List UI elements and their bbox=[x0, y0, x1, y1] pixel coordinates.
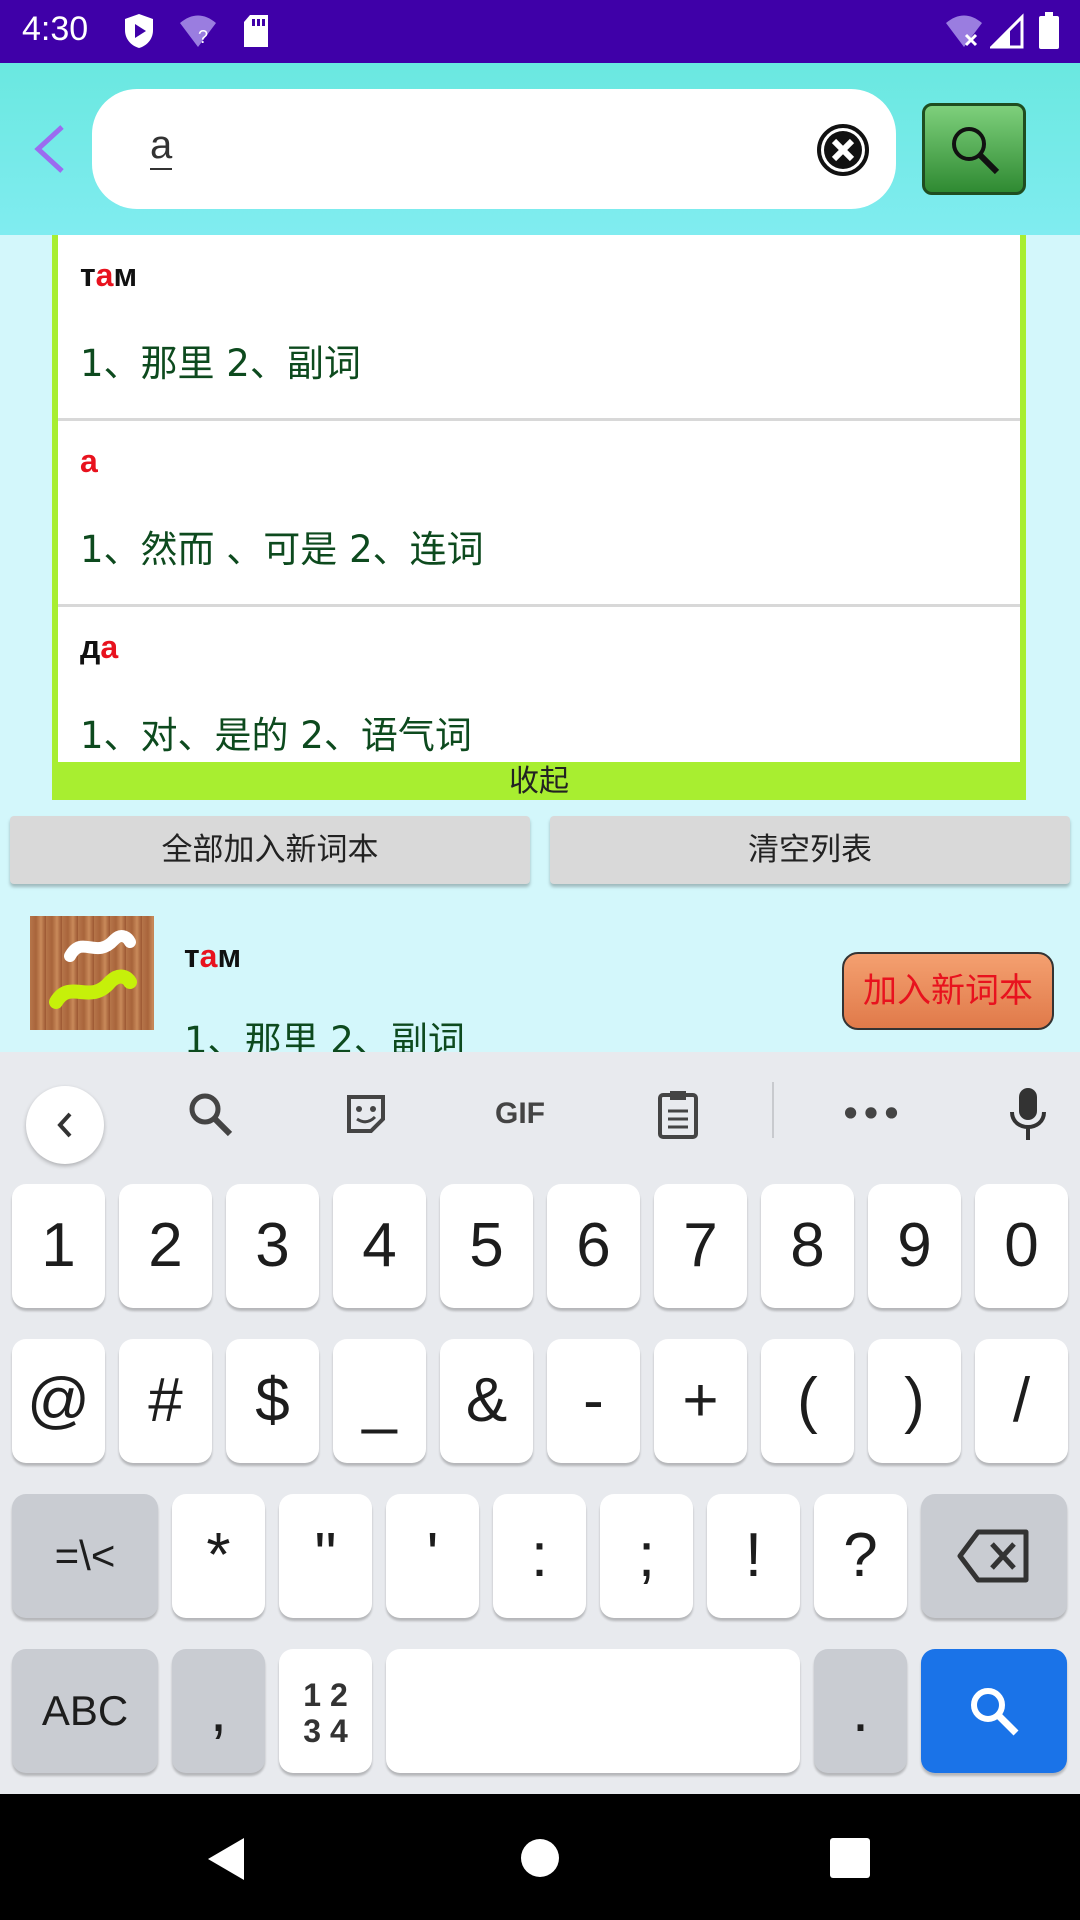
key-underscore[interactable]: _ bbox=[333, 1339, 426, 1463]
key-slash[interactable]: / bbox=[975, 1339, 1068, 1463]
key-hash[interactable]: # bbox=[119, 1339, 212, 1463]
search-input[interactable]: a bbox=[92, 89, 896, 209]
key-exclamation[interactable]: ! bbox=[707, 1494, 800, 1618]
key-double-quote[interactable]: " bbox=[279, 1494, 372, 1618]
key-3[interactable]: 3 bbox=[226, 1184, 319, 1308]
back-arrow-icon[interactable] bbox=[26, 119, 76, 179]
key-7[interactable]: 7 bbox=[654, 1184, 747, 1308]
key-minus[interactable]: - bbox=[547, 1339, 640, 1463]
nav-recents-icon[interactable] bbox=[830, 1838, 870, 1878]
key-5[interactable]: 5 bbox=[440, 1184, 533, 1308]
clipboard-icon bbox=[658, 1091, 698, 1139]
symbols-toggle-key[interactable]: =\< bbox=[12, 1494, 158, 1618]
wifi-question-icon: ? bbox=[180, 15, 216, 47]
key-8[interactable]: 8 bbox=[761, 1184, 854, 1308]
suggestion-item[interactable]: там 1、那里 2、副词 bbox=[58, 235, 1020, 421]
keyboard-collapse-button[interactable] bbox=[26, 1086, 104, 1164]
clear-list-button[interactable]: 清空列表 bbox=[550, 816, 1070, 884]
keyboard-search-button[interactable] bbox=[180, 1084, 240, 1144]
keyboard-gif-button[interactable]: GIF bbox=[480, 1084, 560, 1144]
search-icon bbox=[971, 1688, 1019, 1736]
key-open-paren[interactable]: ( bbox=[761, 1339, 854, 1463]
key-9[interactable]: 9 bbox=[868, 1184, 961, 1308]
magnifier-icon bbox=[952, 127, 1000, 175]
more-options-icon[interactable]: ••• bbox=[836, 1084, 906, 1144]
svg-text:?: ? bbox=[198, 27, 208, 47]
key-plus[interactable]: + bbox=[654, 1339, 747, 1463]
toolbar-divider bbox=[772, 1082, 774, 1138]
clear-search-icon[interactable] bbox=[816, 123, 870, 177]
suggestion-definition: 1、那里 2、副词 bbox=[80, 342, 361, 385]
key-4[interactable]: 4 bbox=[333, 1184, 426, 1308]
add-to-wordbook-button[interactable]: 加入新词本 bbox=[842, 952, 1054, 1030]
suggestion-definition: 1、然而 、可是 2、连词 bbox=[80, 528, 484, 571]
key-semicolon[interactable]: ; bbox=[600, 1494, 693, 1618]
microphone-icon bbox=[1010, 1088, 1046, 1140]
suggestion-item[interactable]: а 1、然而 、可是 2、连词 bbox=[58, 421, 1020, 607]
status-time: 4:30 bbox=[22, 10, 89, 48]
battery-icon bbox=[1039, 12, 1059, 49]
search-button[interactable] bbox=[922, 103, 1026, 195]
collapse-button[interactable]: 收起 bbox=[52, 762, 1026, 800]
key-2[interactable]: 2 bbox=[119, 1184, 212, 1308]
keyboard-clipboard-button[interactable] bbox=[648, 1084, 708, 1144]
sd-card-icon bbox=[244, 15, 268, 47]
search-submit-key[interactable] bbox=[921, 1649, 1067, 1773]
key-at[interactable]: @ bbox=[12, 1339, 105, 1463]
add-all-button[interactable]: 全部加入新词本 bbox=[10, 816, 530, 884]
abc-key[interactable]: ABC bbox=[12, 1649, 158, 1773]
suggestion-definition: 1、对、是的 2、语气词 bbox=[80, 714, 472, 757]
keyboard-voice-button[interactable] bbox=[1000, 1084, 1056, 1144]
suggestion-word: там bbox=[80, 257, 138, 293]
search-icon bbox=[189, 1093, 233, 1137]
key-close-paren[interactable]: ) bbox=[868, 1339, 961, 1463]
nav-back-icon[interactable] bbox=[204, 1836, 248, 1882]
numpad-toggle-key[interactable]: 1 2 3 4 bbox=[279, 1649, 372, 1773]
numpad-label-bottom: 3 4 bbox=[303, 1713, 348, 1749]
key-question[interactable]: ? bbox=[814, 1494, 907, 1618]
key-colon[interactable]: : bbox=[493, 1494, 586, 1618]
key-apostrophe[interactable]: ' bbox=[386, 1494, 479, 1618]
word-thumbnail bbox=[30, 916, 154, 1030]
numpad-label-top: 1 2 bbox=[303, 1677, 348, 1713]
signal-icon bbox=[990, 13, 1024, 49]
key-dollar[interactable]: $ bbox=[226, 1339, 319, 1463]
key-6[interactable]: 6 bbox=[547, 1184, 640, 1308]
chevron-left-icon bbox=[57, 1112, 72, 1138]
result-word: там bbox=[184, 938, 242, 974]
backspace-key[interactable] bbox=[921, 1494, 1067, 1618]
key-0[interactable]: 0 bbox=[975, 1184, 1068, 1308]
key-asterisk[interactable]: * bbox=[172, 1494, 265, 1618]
keyboard-sticker-button[interactable] bbox=[336, 1084, 396, 1144]
search-query-text: a bbox=[150, 123, 173, 170]
search-header: a bbox=[0, 63, 1080, 235]
period-key[interactable]: . bbox=[814, 1649, 907, 1773]
suggestion-word: да bbox=[80, 629, 119, 665]
backspace-icon bbox=[957, 1529, 1029, 1583]
soft-keyboard: GIF ••• 1 2 3 4 5 6 7 8 9 0 @ # $ _ & - … bbox=[0, 1052, 1080, 1794]
navigation-bar bbox=[0, 1794, 1080, 1920]
key-ampersand[interactable]: & bbox=[440, 1339, 533, 1463]
suggestion-word: а bbox=[80, 443, 98, 479]
shield-play-icon bbox=[125, 14, 153, 48]
suggestions-list: там 1、那里 2、副词 а 1、然而 、可是 2、连词 да 1、对、是的 … bbox=[52, 235, 1026, 800]
comma-key[interactable]: , bbox=[172, 1649, 265, 1773]
nav-home-icon[interactable] bbox=[520, 1838, 560, 1878]
wifi-off-icon bbox=[946, 15, 982, 47]
wave-logo-icon bbox=[49, 930, 137, 1009]
sticker-icon bbox=[347, 1095, 385, 1133]
status-bar: 4:30 ? bbox=[0, 0, 1080, 63]
space-key[interactable] bbox=[386, 1649, 800, 1773]
key-1[interactable]: 1 bbox=[12, 1184, 105, 1308]
